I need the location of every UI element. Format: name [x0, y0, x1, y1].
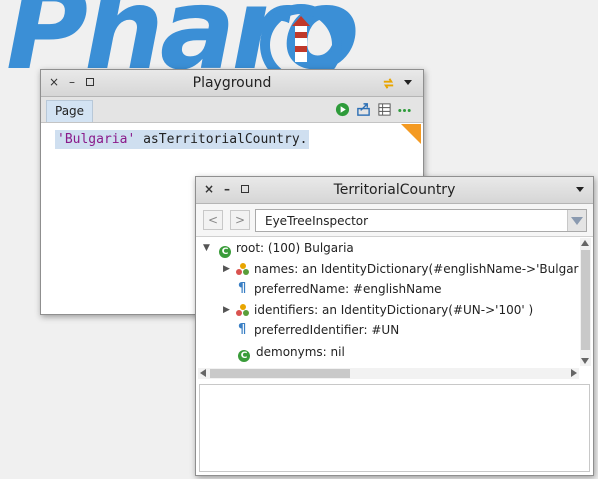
editor-corner-marker	[401, 124, 421, 144]
scroll-up-icon[interactable]	[581, 240, 589, 246]
collapsed-triangle-icon[interactable]: ▶	[223, 300, 230, 320]
inspector-nav: < > EyeTreeInspector	[196, 204, 593, 237]
scroll-thumb[interactable]	[581, 250, 590, 350]
window-title: TerritorialCountry	[333, 182, 456, 198]
collapsed-triangle-icon[interactable]: ▶	[223, 259, 230, 279]
chevron-down-icon[interactable]	[567, 210, 586, 231]
symbol-icon: ¶	[238, 322, 247, 337]
tree-row-label: demonyms: nil	[256, 345, 345, 359]
back-button[interactable]: <	[203, 210, 223, 230]
scroll-down-icon[interactable]	[581, 358, 589, 364]
forward-button[interactable]: >	[230, 210, 250, 230]
window-menu-icon[interactable]	[404, 80, 412, 85]
more-icon[interactable]	[397, 102, 412, 117]
tree-row-label: names: an IdentityDictionary(#englishNam…	[254, 262, 579, 276]
scroll-thumb[interactable]	[210, 369, 350, 378]
tree-row-label: preferredIdentifier: #UN	[254, 323, 400, 337]
inspector-tree: ▼ C root: (100) Bulgaria ▶ names: an Ide…	[199, 238, 579, 367]
vertical-scrollbar[interactable]	[580, 238, 591, 366]
bindings-icon[interactable]	[377, 102, 392, 117]
inspector-detail-pane[interactable]	[199, 384, 590, 472]
dictionary-icon	[236, 263, 250, 275]
code-line[interactable]: 'Bulgaria' asTerritorialCountry.	[55, 130, 310, 149]
symbol-icon: ¶	[238, 281, 247, 296]
run-icon[interactable]	[335, 102, 350, 117]
playground-titlebar[interactable]: × – Playground	[41, 70, 423, 97]
inspector-window: × – TerritorialCountry < > EyeTreeInspec…	[195, 176, 594, 476]
swap-icon[interactable]	[381, 76, 396, 91]
window-title: Playground	[192, 75, 272, 91]
code-message: asTerritorialCountry.	[135, 132, 308, 147]
horizontal-scrollbar[interactable]	[198, 368, 579, 379]
dictionary-icon	[236, 304, 250, 316]
tree-row-label: identifiers: an IdentityDictionary(#UN->…	[254, 303, 534, 317]
publish-icon[interactable]	[356, 102, 371, 117]
class-icon: C	[219, 246, 231, 258]
scroll-left-icon[interactable]	[200, 369, 206, 377]
scroll-right-icon[interactable]	[571, 369, 577, 377]
tree-row-label: preferredName: #englishName	[254, 282, 442, 296]
class-icon: C	[238, 350, 250, 362]
tab-page[interactable]: Page	[46, 100, 94, 122]
tree-row-label: root: (100) Bulgaria	[236, 241, 354, 255]
playground-toolbar: Page	[41, 97, 423, 123]
string-literal: 'Bulgaria'	[57, 132, 136, 147]
window-menu-icon[interactable]	[576, 187, 584, 192]
view-selector[interactable]: EyeTreeInspector	[255, 209, 587, 232]
inspector-titlebar[interactable]: × – TerritorialCountry	[196, 177, 593, 204]
view-selector-value: EyeTreeInspector	[265, 214, 369, 228]
expanded-triangle-icon[interactable]: ▼	[203, 238, 210, 258]
